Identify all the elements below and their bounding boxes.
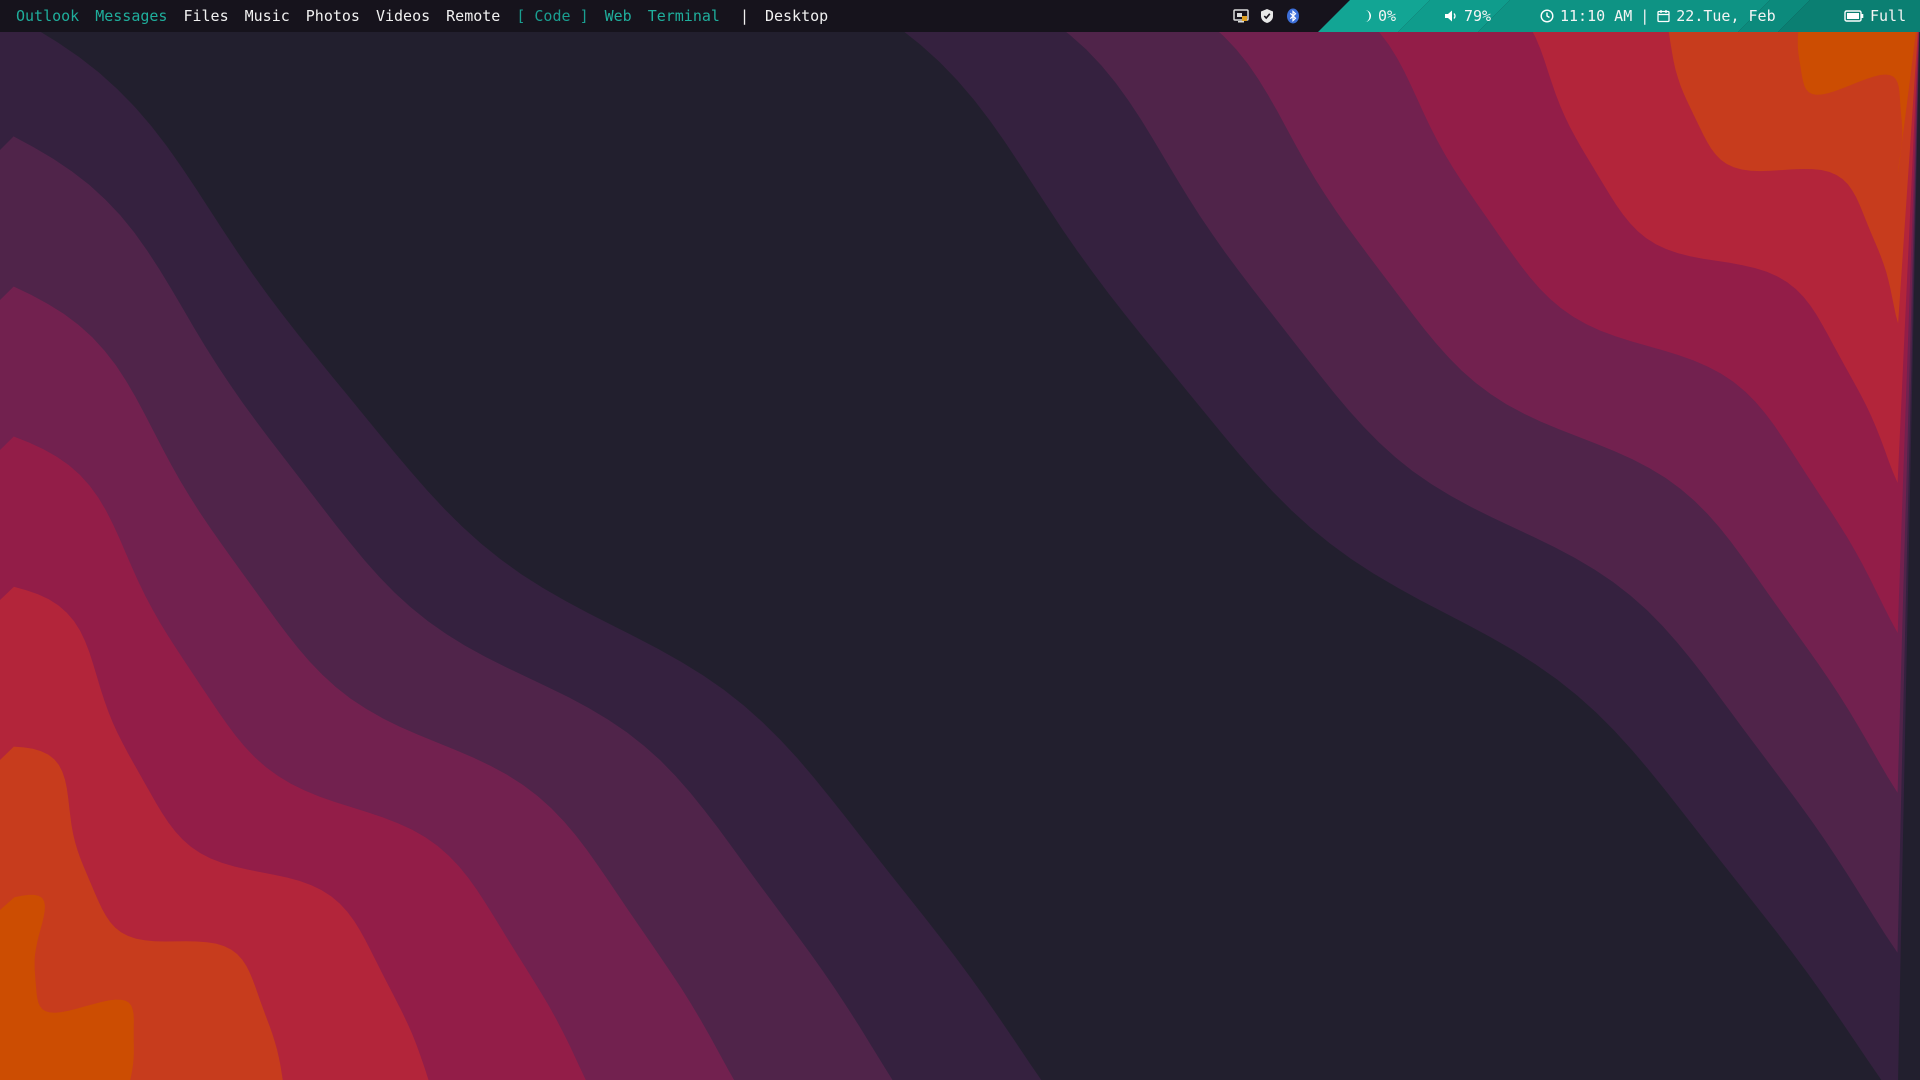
- clock-time: 11:10 AM: [1560, 7, 1633, 25]
- workspace-messages[interactable]: Messages: [95, 0, 167, 32]
- status-modules: 0% 79% 11:10 AM | 22.Tue, Feb Full: [1318, 0, 1920, 32]
- workspace-outlook[interactable]: Outlook: [16, 0, 79, 32]
- active-bracket-open: [: [516, 7, 526, 25]
- night-light-value: 0%: [1378, 7, 1397, 25]
- moon-icon: [1365, 10, 1371, 22]
- workspace-code[interactable]: [ Code ]: [516, 0, 588, 32]
- volume-module[interactable]: 79%: [1444, 0, 1491, 32]
- battery-icon: [1844, 10, 1864, 22]
- workspace-remote[interactable]: Remote: [446, 0, 500, 32]
- workspace-list: Outlook Messages Files Music Photos Vide…: [16, 0, 828, 32]
- workspace-web[interactable]: Web: [605, 0, 632, 32]
- workspace-videos[interactable]: Videos: [376, 0, 430, 32]
- date-value: 22.Tue, Feb: [1676, 7, 1776, 25]
- title-separator: |: [739, 7, 749, 25]
- workspace-terminal[interactable]: Terminal: [648, 0, 720, 32]
- calendar-icon: [1657, 10, 1670, 23]
- workspace-code-label: Code: [534, 7, 571, 25]
- volume-value: 79%: [1464, 7, 1492, 25]
- battery-module[interactable]: Full: [1844, 0, 1906, 32]
- screen-capture-icon[interactable]: [1232, 7, 1250, 25]
- night-light-module[interactable]: 0%: [1360, 0, 1396, 32]
- workspace-photos[interactable]: Photos: [306, 0, 360, 32]
- active-bracket-close: ]: [579, 7, 589, 25]
- desktop-wallpaper: [0, 0, 1920, 1080]
- bluetooth-icon[interactable]: [1284, 7, 1302, 25]
- workspace-music[interactable]: Music: [245, 0, 290, 32]
- clock-date-separator: |: [1640, 7, 1650, 25]
- vpn-shield-icon[interactable]: [1258, 7, 1276, 25]
- battery-level-fill: [1847, 13, 1859, 19]
- workspace-files[interactable]: Files: [183, 0, 228, 32]
- clock-icon: [1540, 9, 1554, 23]
- system-tray: [1232, 0, 1310, 32]
- window-title: Desktop: [764, 7, 829, 25]
- clock-module[interactable]: 11:10 AM | 22.Tue, Feb: [1540, 0, 1776, 32]
- battery-value: Full: [1870, 7, 1907, 25]
- top-status-bar: Outlook Messages Files Music Photos Vide…: [0, 0, 1920, 32]
- speaker-icon: [1445, 10, 1456, 22]
